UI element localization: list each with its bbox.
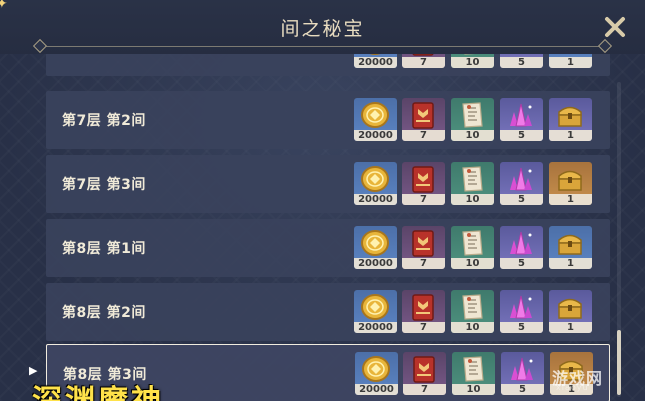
reward-item[interactable]: 20000: [354, 290, 397, 333]
reward-item[interactable]: 10: [451, 226, 494, 269]
reward-item[interactable]: 7: [402, 54, 445, 68]
reward-item[interactable]: 5: [500, 162, 543, 205]
reward-item[interactable]: 5: [500, 98, 543, 141]
reward-quantity: 20000: [354, 322, 397, 333]
reward-item[interactable]: 5: [500, 54, 543, 68]
chamber-label: 第7层 第1间: [62, 54, 146, 57]
chamber-label: 第8层 第2间: [62, 305, 146, 321]
reward-quantity: 10: [451, 258, 494, 269]
reward-quantity: 7: [403, 384, 446, 395]
close-icon: [605, 17, 625, 37]
chamber-row[interactable]: 第8层 第2间 20000 7 10 5 1: [46, 283, 610, 341]
reward-quantity: 1: [549, 57, 592, 68]
reward-quantity: 7: [402, 258, 445, 269]
reward-quantity: 10: [451, 194, 494, 205]
reward-item[interactable]: 7: [403, 352, 446, 395]
reward-item[interactable]: 1: [549, 162, 592, 205]
reward-quantity: 1: [549, 130, 592, 141]
reward-quantity: 5: [500, 194, 543, 205]
reward-item[interactable]: 5: [500, 290, 543, 333]
reward-item[interactable]: 7: [402, 226, 445, 269]
reward-item[interactable]: 20000: [354, 226, 397, 269]
reward-quantity: 1: [549, 258, 592, 269]
scrollbar-thumb[interactable]: [617, 330, 621, 395]
divider-diamond-icon: [32, 38, 48, 54]
reward-item[interactable]: 20000: [354, 162, 397, 205]
header-divider: [40, 46, 605, 47]
reward-quantity: 5: [500, 258, 543, 269]
reward-quantity: 20000: [354, 57, 397, 68]
corner-star-icon: ✦: [0, 0, 8, 12]
reward-quantity: 5: [500, 57, 543, 68]
reward-quantity: 7: [402, 57, 445, 68]
reward-quantity: 5: [500, 130, 543, 141]
chamber-row[interactable]: 第7层 第2间 20000 7 10 5 1: [46, 91, 610, 149]
reward-quantity: 1: [549, 322, 592, 333]
reward-quantity: 7: [402, 322, 445, 333]
window-title: 间之秘宝: [280, 18, 365, 40]
reward-quantity: 5: [500, 322, 543, 333]
reward-item[interactable]: 1: [549, 226, 592, 269]
reward-item[interactable]: 1: [549, 290, 592, 333]
reward-item[interactable]: 5: [501, 352, 544, 395]
reward-quantity: 10: [452, 384, 495, 395]
window-header: ✦ 间之秘宝: [0, 0, 645, 54]
reward-item[interactable]: 1: [549, 54, 592, 68]
reward-quantity: 10: [451, 322, 494, 333]
reward-quantity: 7: [402, 130, 445, 141]
reward-quantity: 5: [501, 384, 544, 395]
chamber-label: 第8层 第3间: [63, 367, 147, 383]
caption-overlay: 深渊魔神: [32, 384, 164, 401]
reward-quantity: 20000: [354, 194, 397, 205]
chamber-row[interactable]: 第7层 第1间 20000 7 10 51: [46, 54, 610, 76]
reward-item[interactable]: 20000: [354, 54, 397, 68]
reward-quantity: 10: [451, 130, 494, 141]
chamber-row[interactable]: 第7层 第3间 20000 7 10 5 1: [46, 155, 610, 213]
reward-item[interactable]: 20000: [354, 98, 397, 141]
watermark-url: xiaoyu: [556, 383, 589, 392]
reward-quantity: 1: [549, 194, 592, 205]
reward-item[interactable]: 10: [452, 352, 495, 395]
reward-item[interactable]: 1: [549, 98, 592, 141]
reward-item[interactable]: 7: [402, 290, 445, 333]
reward-quantity: 20000: [354, 258, 397, 269]
reward-item[interactable]: 10: [451, 290, 494, 333]
reward-item[interactable]: 10: [451, 162, 494, 205]
reward-quantity: 7: [402, 194, 445, 205]
reward-item[interactable]: 10: [451, 98, 494, 141]
reward-item[interactable]: 20000: [355, 352, 398, 395]
reward-quantity: 20000: [355, 384, 398, 395]
reward-item[interactable]: 7: [402, 162, 445, 205]
chamber-label: 第8层 第1间: [62, 241, 146, 257]
reward-quantity: 20000: [354, 130, 397, 141]
selection-pointer-icon: ▶: [29, 364, 38, 377]
chamber-label: 第7层 第3间: [62, 177, 146, 193]
close-button[interactable]: [600, 12, 630, 42]
reward-item[interactable]: 5: [500, 226, 543, 269]
reward-item[interactable]: 10: [451, 54, 494, 68]
reward-item[interactable]: 7: [402, 98, 445, 141]
chamber-label: 第7层 第2间: [62, 113, 146, 129]
reward-list[interactable]: 第7层 第1间2000071051第7层 第2间2000071051第7层 第3…: [0, 54, 645, 401]
reward-quantity: 10: [451, 57, 494, 68]
chamber-row[interactable]: 第8层 第1间 20000 7 10 5 1: [46, 219, 610, 277]
